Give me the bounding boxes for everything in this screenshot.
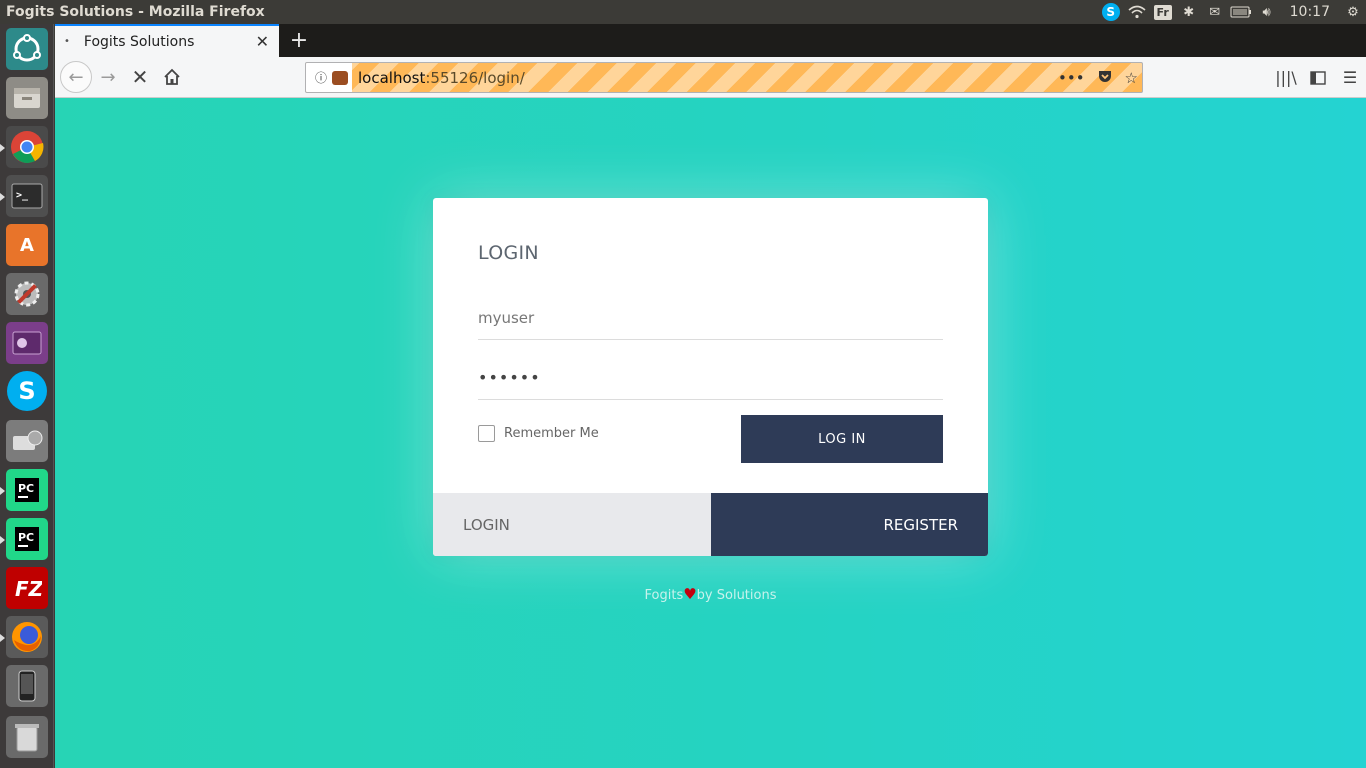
system-settings-icon[interactable] (6, 273, 48, 315)
stop-button[interactable]: ✕ (126, 63, 154, 91)
ubuntu-dash-icon[interactable] (6, 28, 48, 70)
library-icon[interactable]: |||\ (1270, 57, 1302, 98)
mail-icon[interactable]: ✉ (1202, 0, 1228, 24)
gear-icon[interactable]: ⚙ (1340, 0, 1366, 24)
tab-label: Fogits Solutions (83, 33, 195, 50)
password-field[interactable] (478, 356, 943, 400)
svg-text:>_: >_ (16, 190, 29, 201)
forward-button[interactable]: → (94, 63, 122, 91)
filezilla-icon[interactable]: FZ (6, 567, 48, 609)
heart-icon: ♥ (683, 585, 697, 603)
tab-strip: • Fogits Solutions ✕ + (55, 24, 1366, 57)
pycharm-icon[interactable]: PC (6, 518, 48, 560)
running-indicator (0, 193, 5, 201)
tab-fogits-solutions[interactable]: • Fogits Solutions ✕ (55, 24, 279, 57)
svg-text:PC: PC (18, 482, 34, 495)
software-center-icon[interactable]: A (6, 224, 48, 266)
navigation-toolbar: ← → ✕ ⓘ localhost:55126/login/ ••• ☆ ||| (55, 57, 1366, 98)
page-content: LOGIN Remember Me LOG IN LOGIN REGISTER … (55, 98, 1366, 768)
remote-control-icon (332, 70, 349, 85)
window-title: Fogits Solutions - Mozilla Firefox (6, 4, 265, 20)
pocket-icon[interactable] (1097, 68, 1113, 88)
disk-tool-icon[interactable] (6, 420, 48, 462)
sidebar-icon[interactable] (1302, 57, 1334, 98)
running-indicator (0, 144, 5, 152)
firefox-window: • Fogits Solutions ✕ + ← → ✕ ⓘ localhost… (55, 24, 1366, 768)
remember-me-label: Remember Me (504, 426, 599, 441)
volume-icon[interactable]: 🔊︎ (1254, 0, 1280, 24)
svg-text:FZ: FZ (15, 577, 42, 601)
running-indicator (0, 487, 5, 495)
files-icon[interactable] (6, 77, 48, 119)
url-host: localhost (358, 68, 426, 87)
system-tray: S Fr ✱ ✉ 🔊︎ 10:17 ⚙ (1098, 0, 1366, 24)
remember-me-checkbox[interactable] (478, 425, 495, 442)
svg-text:PC: PC (18, 531, 34, 544)
trash-icon[interactable] (6, 716, 48, 758)
tab-register[interactable]: REGISTER (711, 493, 988, 556)
running-indicator (0, 536, 5, 544)
login-card: LOGIN Remember Me LOG IN LOGIN REGISTER (433, 198, 988, 556)
bookmark-star-icon[interactable]: ☆ (1125, 69, 1138, 87)
launcher: >_ A S PC PC FZ (0, 24, 54, 768)
url-text[interactable]: localhost:55126/login/ (358, 63, 525, 92)
skype-icon[interactable]: S (7, 371, 47, 411)
page-footer: Fogits♥by Solutions (433, 585, 988, 603)
home-button[interactable] (158, 63, 186, 91)
page-actions-icon[interactable]: ••• (1058, 69, 1085, 87)
bluetooth-icon[interactable]: ✱ (1176, 0, 1202, 24)
pycharm-icon[interactable]: PC (6, 469, 48, 511)
info-icon: ⓘ (315, 71, 328, 85)
close-tab-icon[interactable]: ✕ (256, 32, 269, 51)
firefox-icon[interactable] (6, 616, 48, 658)
video-player-icon[interactable] (6, 322, 48, 364)
back-button[interactable]: ← (60, 61, 92, 93)
wifi-icon[interactable] (1124, 0, 1150, 24)
loading-dot-icon: • (64, 36, 70, 47)
footer-brand: Fogits (644, 588, 684, 603)
battery-icon[interactable] (1228, 0, 1254, 24)
new-tab-button[interactable]: + (287, 28, 311, 53)
remember-me[interactable]: Remember Me (478, 425, 599, 442)
keyboard-layout-indicator[interactable]: Fr (1150, 0, 1176, 24)
login-heading: LOGIN (478, 242, 539, 264)
url-bar[interactable]: ⓘ localhost:55126/login/ ••• ☆ (305, 62, 1143, 93)
clock[interactable]: 10:17 (1280, 0, 1340, 24)
top-panel: Fogits Solutions - Mozilla Firefox S Fr … (0, 0, 1366, 24)
url-path: :55126/login/ (425, 68, 525, 87)
card-footer-tabs: LOGIN REGISTER (433, 493, 988, 556)
terminal-icon[interactable]: >_ (6, 175, 48, 217)
phone-icon[interactable] (6, 665, 48, 707)
menu-icon[interactable]: ☰ (1334, 57, 1366, 98)
site-info-button[interactable]: ⓘ (306, 63, 352, 92)
skype-tray-icon[interactable]: S (1098, 0, 1124, 24)
footer-byline: by Solutions (696, 588, 777, 603)
tab-login[interactable]: LOGIN (433, 493, 711, 556)
running-indicator (0, 634, 5, 642)
log-in-button[interactable]: LOG IN (741, 415, 943, 463)
chrome-icon[interactable] (6, 126, 48, 168)
username-field[interactable] (478, 296, 943, 340)
